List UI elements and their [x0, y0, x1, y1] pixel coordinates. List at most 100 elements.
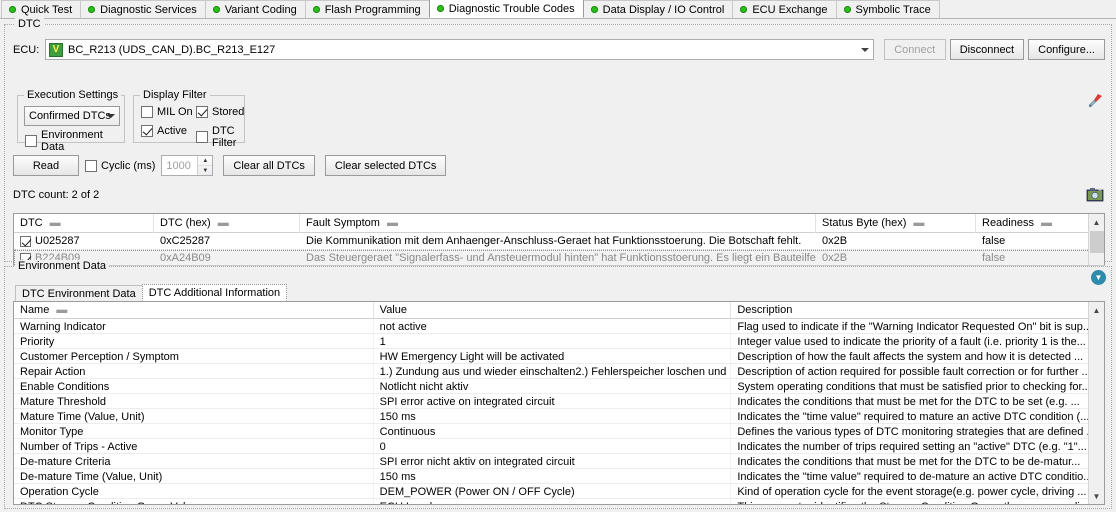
tab-flash-programming[interactable]: Flash Programming	[304, 0, 430, 18]
tab-diagnostic-trouble-codes[interactable]: Diagnostic Trouble Codes	[428, 0, 584, 18]
cell-name: Mature Time (Value, Unit)	[14, 409, 374, 424]
table-row[interactable]: Priority 1 Integer value used to indicate …	[14, 334, 1104, 349]
tab-label: Quick Test	[21, 3, 73, 16]
table-row[interactable]: Repair Action 1.) Zundung aus und wieder …	[14, 364, 1104, 379]
filter-dtc-filter[interactable]: DTC Filter	[196, 125, 244, 149]
column-filter-icon[interactable]: ▬	[218, 217, 229, 229]
read-button[interactable]: Read	[13, 155, 79, 176]
checkbox[interactable]	[196, 131, 208, 143]
ecu-combobox[interactable]: V BC_R213 (UDS_CAN_D).BC_R213_E127	[45, 39, 874, 60]
status-led-icon	[9, 6, 16, 13]
cell-status: 0x2B	[816, 233, 976, 250]
column-header[interactable]: Fault Symptom ▬	[300, 214, 816, 233]
checkbox[interactable]	[196, 106, 208, 118]
table-row[interactable]: Mature Time (Value, Unit) 150 ms Indicates…	[14, 409, 1104, 424]
filter-active[interactable]: Active	[141, 125, 187, 137]
cyclic-interval-stepper[interactable]: 1000 ▲ ▼	[161, 155, 214, 176]
subtab-dtc-additional-information[interactable]: DTC Additional Information	[141, 284, 288, 301]
environment-data-checkbox-row[interactable]: Environment Data	[25, 129, 124, 153]
configure-button[interactable]: Configure...	[1028, 39, 1105, 60]
cyclic-interval-value: 1000	[166, 159, 191, 172]
clear-selected-dtcs-button[interactable]: Clear selected DTCs	[324, 155, 447, 176]
filter-label: Stored	[212, 106, 245, 118]
table-row[interactable]: Mature Threshold SPI error active on inte…	[14, 394, 1104, 409]
environment-data-checkbox[interactable]	[25, 135, 37, 147]
scroll-up-icon[interactable]: ▲	[1089, 302, 1104, 318]
screwdriver-icon[interactable]	[1087, 93, 1103, 109]
detail-table-body: Warning Indicator not active Flag used to …	[14, 319, 1104, 504]
column-header[interactable]: Description	[731, 302, 1104, 319]
tab-data-display-io-control[interactable]: Data Display / IO Control	[582, 0, 734, 18]
column-header-label: Name	[20, 304, 50, 316]
cell-text: 0x2B	[822, 235, 848, 247]
column-header-label: Fault Symptom	[306, 217, 380, 229]
filter-stored[interactable]: Stored	[196, 106, 244, 118]
status-led-icon	[590, 6, 598, 13]
table-row[interactable]: Customer Perception / Symptom HW Emergenc…	[14, 349, 1104, 364]
table-row[interactable]: Number of Trips - Active 0 Indicates the n…	[14, 439, 1104, 454]
tab-symbolic-trace[interactable]: Symbolic Trace	[835, 0, 940, 18]
tab-label: Diagnostic Trouble Codes	[448, 2, 575, 15]
row-checkbox[interactable]	[20, 235, 31, 247]
ecu-selector-row: ECU: V BC_R213 (UDS_CAN_D).BC_R213_E127 …	[13, 39, 1105, 60]
cell-symptom: Die Kommunikation mit dem Anhaenger-Ansc…	[300, 233, 816, 250]
cell-text: 0xC25287	[160, 235, 211, 247]
cell-value: HW Emergency Light will be activated	[374, 349, 732, 364]
stepper-down-icon[interactable]: ▼	[198, 166, 212, 175]
detail-table-header: Name ▬ Value Description	[14, 302, 1104, 319]
column-filter-icon[interactable]: ▬	[56, 304, 67, 316]
tab-quick-test[interactable]: Quick Test	[1, 0, 82, 18]
tab-diagnostic-services[interactable]: Diagnostic Services	[80, 0, 206, 18]
dtc-table-body: U025287 0xC25287 Die Kommunikation mit dem…	[14, 233, 1104, 267]
scroll-up-icon[interactable]: ▲	[1089, 214, 1104, 230]
column-header[interactable]: DTC (hex) ▬	[154, 214, 300, 233]
table-row[interactable]: U025287 0xC25287 Die Kommunikation mit dem…	[14, 233, 1104, 250]
filter-mil-on[interactable]: MIL On	[141, 106, 193, 118]
disconnect-button[interactable]: Disconnect	[949, 39, 1025, 60]
chevron-down-circle-icon[interactable]: ▼	[1091, 270, 1106, 285]
table-row[interactable]: DTC Storage Condition Group ValueECU Lev…	[14, 499, 1104, 504]
chevron-down-icon	[107, 114, 115, 118]
cell-value: 150 ms	[374, 409, 732, 424]
cell-value: DEM_POWER (Power ON / OFF Cycle)	[374, 484, 732, 499]
tab-variant-coding[interactable]: Variant Coding	[204, 0, 306, 18]
cell-name: Warning Indicator	[14, 319, 374, 334]
table-row[interactable]: De-mature Criteria SPI error nicht aktiv …	[14, 454, 1104, 469]
clear-all-dtcs-button[interactable]: Clear all DTCs	[223, 155, 315, 176]
column-filter-icon[interactable]: ▬	[1041, 217, 1052, 229]
table-row[interactable]: Enable Conditions Notlicht nicht aktiv Sys…	[14, 379, 1104, 394]
column-header[interactable]: DTC ▬	[14, 214, 154, 233]
cell-readiness: false	[976, 233, 1100, 250]
column-header[interactable]: Value	[374, 302, 732, 319]
table-row[interactable]: Operation Cycle DEM_POWER (Power ON / OFF…	[14, 484, 1104, 499]
tab-ecu-exchange[interactable]: ECU Exchange	[732, 0, 837, 18]
scroll-down-icon[interactable]: ▼	[1089, 488, 1104, 504]
column-filter-icon[interactable]: ▬	[50, 217, 61, 229]
scroll-thumb[interactable]	[1090, 231, 1104, 253]
table-row[interactable]: Warning Indicator not active Flag used to …	[14, 319, 1104, 334]
stepper-buttons[interactable]: ▲ ▼	[197, 156, 213, 175]
checkbox[interactable]	[141, 125, 153, 137]
tab-label: Diagnostic Services	[100, 3, 197, 16]
connect-button[interactable]: Connect	[883, 39, 946, 60]
execution-mode-select[interactable]: Confirmed DTCs	[24, 106, 120, 126]
column-header[interactable]: Readiness ▬	[976, 214, 1100, 233]
tab-label: Symbolic Trace	[855, 3, 931, 16]
camera-icon[interactable]	[1086, 186, 1104, 202]
cell-description: Kind of operation cycle for the event st…	[731, 484, 1104, 499]
cyclic-checkbox-row[interactable]: Cyclic (ms)	[85, 159, 155, 172]
cell-description: Indicates the number of trips required s…	[731, 439, 1104, 454]
table-row[interactable]: Monitor Type Continuous Defines the variou…	[14, 424, 1104, 439]
column-filter-icon[interactable]: ▬	[913, 217, 924, 229]
column-header[interactable]: Name ▬	[14, 302, 374, 319]
column-header[interactable]: Status Byte (hex) ▬	[816, 214, 976, 233]
column-filter-icon[interactable]: ▬	[387, 217, 398, 229]
additional-information-table: Name ▬ Value Description Warning Indicator n…	[13, 301, 1105, 505]
subtab-dtc-environment-data[interactable]: DTC Environment Data	[15, 285, 143, 301]
cell-value: not active	[374, 319, 732, 334]
stepper-up-icon[interactable]: ▲	[198, 156, 213, 166]
table-row[interactable]: De-mature Time (Value, Unit) 150 ms Indica…	[14, 469, 1104, 484]
detail-table-vertical-scrollbar[interactable]: ▲ ▼	[1088, 302, 1104, 504]
cyclic-checkbox[interactable]	[85, 159, 97, 172]
checkbox[interactable]	[141, 106, 153, 118]
